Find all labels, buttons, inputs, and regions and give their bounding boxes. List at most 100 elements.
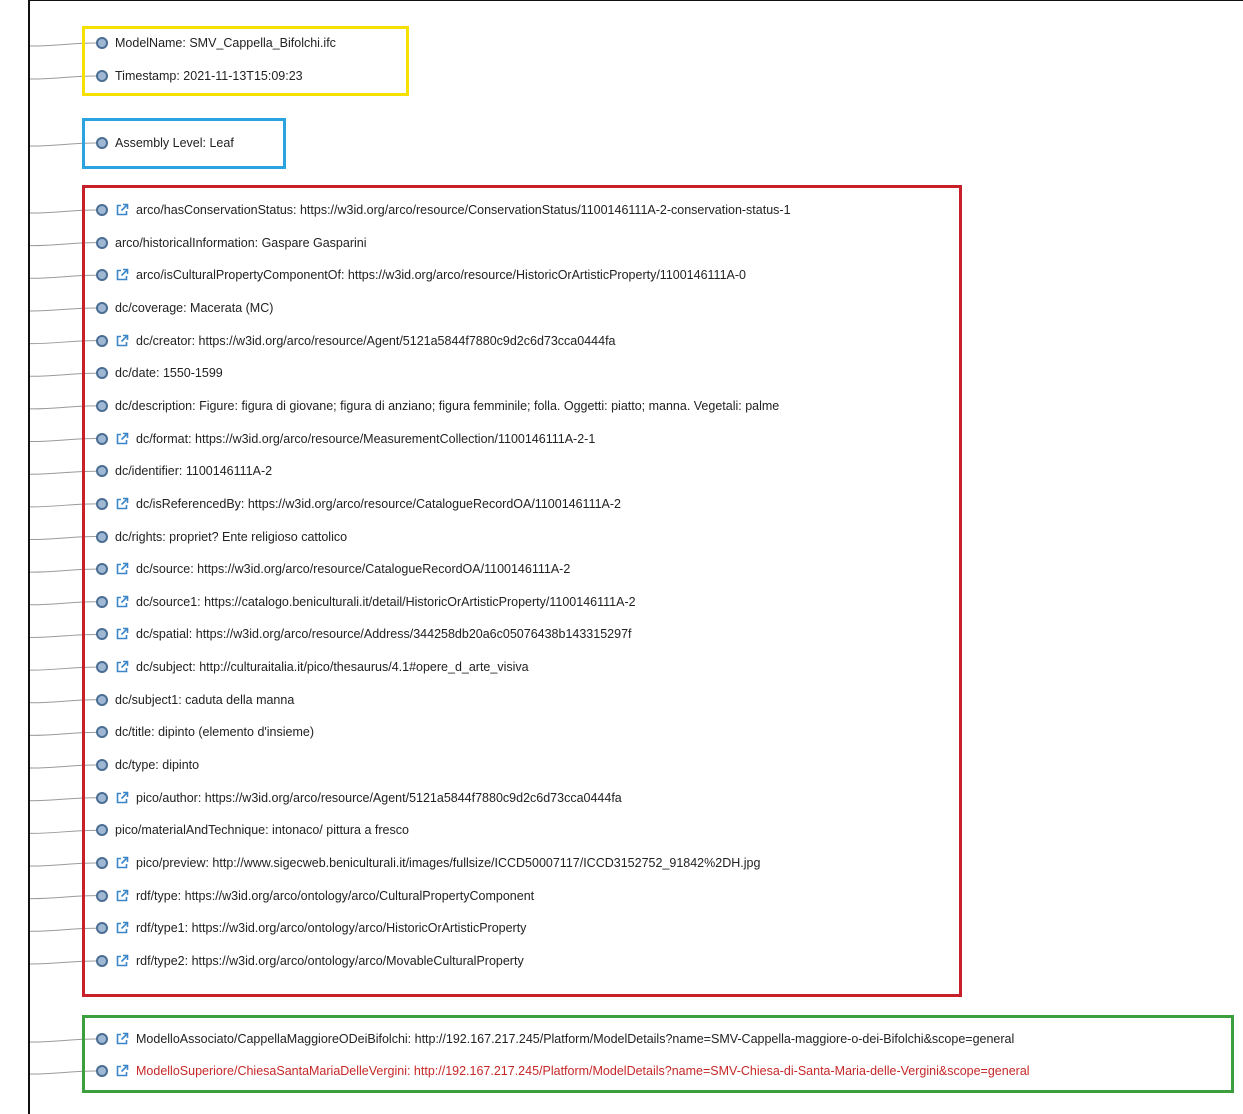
external-link-icon[interactable] [115, 1032, 129, 1046]
related-tree-node[interactable]: ModelloAssociato/CappellaMaggioreODeiBif… [96, 1031, 1014, 1047]
tree-connector [29, 470, 97, 475]
tree-connector [29, 601, 97, 606]
node-circle-icon[interactable] [96, 37, 108, 49]
metadata-tree-node[interactable]: arco/historicalInformation: Gaspare Gasp… [96, 235, 367, 251]
node-circle-icon[interactable] [96, 399, 108, 412]
external-link-icon[interactable] [115, 921, 129, 935]
metadata-tree-node[interactable]: dc/rights: propriet? Ente religioso catt… [96, 529, 347, 545]
node-label: dc/source: https://w3id.org/arco/resourc… [136, 562, 571, 577]
node-circle-icon[interactable] [96, 1033, 108, 1045]
external-link-icon[interactable] [115, 954, 129, 968]
node-circle-icon[interactable] [96, 954, 108, 967]
metadata-tree-node[interactable]: pico/materialAndTechnique: intonaco/ pit… [96, 822, 409, 838]
external-link-icon[interactable] [115, 497, 129, 511]
node-label: dc/date: 1550-1599 [115, 366, 223, 381]
node-label: pico/author: https://w3id.org/arco/resou… [136, 790, 622, 805]
metadata-tree-node[interactable]: rdf/type1: https://w3id.org/arco/ontolog… [96, 920, 526, 936]
node-circle-icon[interactable] [96, 857, 108, 869]
metadata-tree-node[interactable]: dc/format: https://w3id.org/arco/resourc… [96, 431, 595, 447]
node-circle-icon[interactable] [96, 70, 108, 82]
node-circle-icon[interactable] [96, 563, 108, 576]
tree-connector [29, 699, 97, 704]
tree-connector [29, 927, 97, 932]
metadata-tree-node[interactable]: dc/subject1: caduta della manna [96, 692, 294, 708]
node-label: rdf/type1: https://w3id.org/arco/ontolog… [136, 921, 527, 936]
node-label: arco/isCulturalPropertyComponentOf: http… [136, 268, 746, 283]
node-label: rdf/type2: https://w3id.org/arco/ontolog… [136, 953, 524, 968]
model-tree-node[interactable]: Timestamp: 2021-11-13T15:09:23 [96, 68, 303, 84]
node-circle-icon[interactable] [96, 432, 108, 445]
external-link-icon[interactable] [115, 203, 129, 217]
node-circle-icon[interactable] [96, 759, 108, 772]
metadata-tree-node[interactable]: arco/isCulturalPropertyComponentOf: http… [96, 267, 746, 283]
node-circle-icon[interactable] [96, 301, 108, 314]
external-link-icon[interactable] [115, 1064, 129, 1078]
tree-connector [29, 503, 97, 508]
external-link-icon[interactable] [115, 856, 129, 870]
tree-connector [29, 797, 97, 802]
node-circle-icon[interactable] [96, 628, 108, 641]
metadata-tree-node[interactable]: rdf/type2: https://w3id.org/arco/ontolog… [96, 953, 524, 969]
external-link-icon[interactable] [115, 268, 129, 282]
node-circle-icon[interactable] [96, 497, 108, 510]
node-circle-icon[interactable] [96, 693, 108, 706]
related-tree-node[interactable]: ModelloSuperiore/ChiesaSantaMariaDelleVe… [96, 1063, 1030, 1079]
external-link-icon[interactable] [115, 889, 129, 903]
node-label: dc/spatial: https://w3id.org/arco/resour… [136, 627, 632, 642]
node-label: ModelloAssociato/CappellaMaggioreODeiBif… [136, 1032, 1015, 1046]
node-circle-icon[interactable] [96, 1065, 108, 1077]
node-label: arco/historicalInformation: Gaspare Gasp… [115, 235, 367, 250]
external-link-icon[interactable] [115, 791, 129, 805]
node-label: arco/hasConservationStatus: https://w3id… [136, 203, 791, 217]
metadata-tree-node[interactable]: pico/author: https://w3id.org/arco/resou… [96, 790, 622, 806]
tree-connector [29, 960, 97, 965]
node-circle-icon[interactable] [96, 334, 108, 347]
metadata-tree-node[interactable]: dc/subject: http://culturaitalia.it/pico… [96, 659, 529, 675]
external-link-icon[interactable] [115, 334, 129, 348]
metadata-tree-node[interactable]: dc/coverage: Macerata (MC) [96, 300, 273, 316]
node-circle-icon[interactable] [96, 889, 108, 902]
tree-connector [29, 405, 97, 410]
external-link-icon[interactable] [115, 660, 129, 674]
node-circle-icon[interactable] [96, 204, 108, 216]
metadata-tree-node[interactable]: dc/source1: https://catalogo.benicultura… [96, 594, 636, 610]
node-circle-icon[interactable] [96, 791, 108, 804]
external-link-icon[interactable] [115, 627, 129, 641]
tree-connector [29, 568, 97, 573]
node-circle-icon[interactable] [96, 595, 108, 608]
node-label: ModelloSuperiore/ChiesaSantaMariaDelleVe… [136, 1064, 1030, 1078]
tree-connector [29, 209, 97, 214]
node-circle-icon[interactable] [96, 824, 108, 837]
metadata-tree-node[interactable]: dc/type: dipinto [96, 757, 199, 773]
node-circle-icon[interactable] [96, 465, 108, 478]
node-circle-icon[interactable] [96, 367, 108, 380]
external-link-icon[interactable] [115, 432, 129, 446]
model-tree-node[interactable]: ModelName: SMV_Cappella_Bifolchi.ifc [96, 35, 336, 51]
metadata-tree-node[interactable]: arco/hasConservationStatus: https://w3id… [96, 202, 791, 218]
metadata-tree-node[interactable]: dc/description: Figure: figura di giovan… [96, 398, 779, 414]
metadata-tree-node[interactable]: dc/title: dipinto (elemento d'insieme) [96, 724, 314, 740]
external-link-icon[interactable] [115, 595, 129, 609]
tree-connector-lines [29, 42, 97, 1075]
metadata-tree-node[interactable]: dc/isReferencedBy: https://w3id.org/arco… [96, 496, 621, 512]
node-label: dc/coverage: Macerata (MC) [115, 300, 274, 315]
metadata-tree-node[interactable]: dc/date: 1550-1599 [96, 365, 223, 381]
metadata-tree-node[interactable]: pico/preview: http://www.sigecweb.benicu… [96, 855, 760, 871]
metadata-tree-node[interactable]: dc/creator: https://w3id.org/arco/resour… [96, 333, 616, 349]
external-link-icon[interactable] [115, 562, 129, 576]
node-circle-icon[interactable] [96, 236, 108, 249]
node-circle-icon[interactable] [96, 661, 108, 674]
node-label: Timestamp: 2021-11-13T15:09:23 [115, 69, 303, 83]
node-circle-icon[interactable] [96, 269, 108, 282]
tree-connector [29, 829, 97, 834]
metadata-tree-node[interactable]: dc/spatial: https://w3id.org/arco/resour… [96, 626, 632, 642]
node-circle-icon[interactable] [96, 530, 108, 543]
metadata-tree-node[interactable]: rdf/type: https://w3id.org/arco/ontology… [96, 888, 534, 904]
node-circle-icon[interactable] [96, 137, 108, 149]
node-circle-icon[interactable] [96, 726, 108, 739]
assembly-tree-node[interactable]: Assembly Level: Leaf [96, 135, 234, 151]
node-label: dc/identifier: 1100146111A-2 [115, 464, 273, 479]
metadata-tree-node[interactable]: dc/source: https://w3id.org/arco/resourc… [96, 561, 570, 577]
node-circle-icon[interactable] [96, 922, 108, 935]
metadata-tree-node[interactable]: dc/identifier: 1100146111A-2 [96, 463, 272, 479]
